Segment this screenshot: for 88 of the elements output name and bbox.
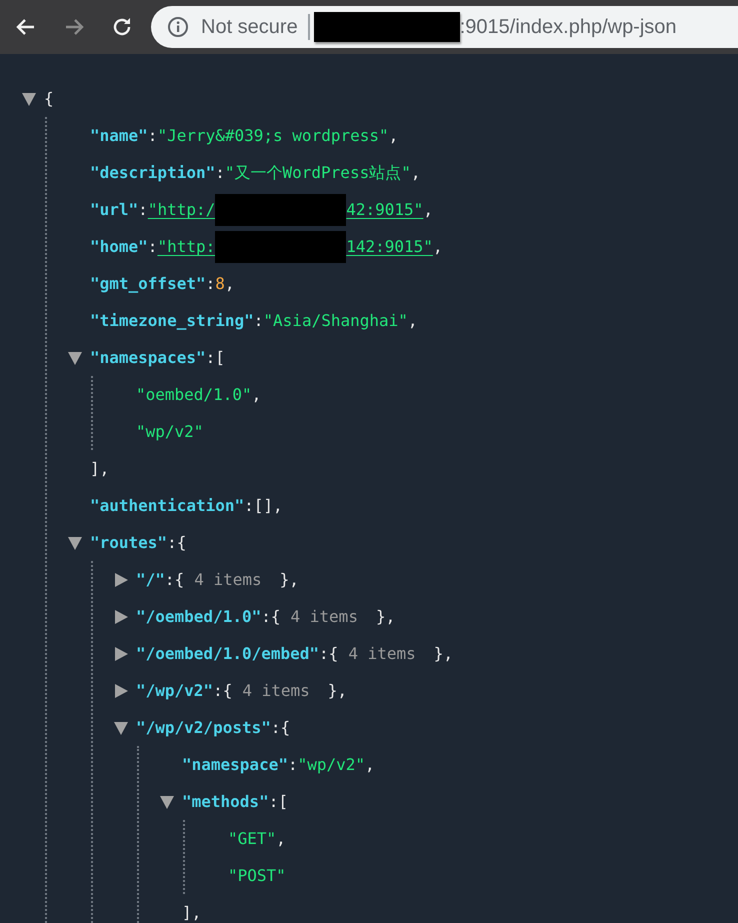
json-key: "name" bbox=[90, 117, 148, 154]
json-key: "namespaces" bbox=[90, 339, 206, 376]
collapse-triangle-icon[interactable] bbox=[68, 536, 82, 550]
collapse-triangle-icon[interactable] bbox=[68, 350, 82, 364]
json-punctuation: , bbox=[388, 125, 398, 147]
json-link[interactable]: 42:9015" bbox=[346, 191, 424, 228]
json-punctuation: , bbox=[365, 754, 375, 776]
json-punctuation: : bbox=[206, 273, 216, 295]
json-punctuation: : bbox=[244, 495, 254, 517]
json-string: "POST" bbox=[228, 865, 286, 887]
json-string: "GET" bbox=[228, 828, 276, 850]
json-punctuation: { bbox=[44, 88, 54, 110]
security-label: Not secure bbox=[201, 14, 310, 40]
address-bar[interactable]: Not secure :9015/index.php/wp-json bbox=[151, 6, 738, 48]
json-key: "url" bbox=[90, 191, 138, 228]
json-punctuation: { bbox=[270, 606, 281, 628]
json-string: "Asia/Shanghai" bbox=[263, 310, 408, 332]
json-punctuation: : bbox=[319, 643, 329, 665]
json-key: "/oembed/1.0/embed" bbox=[136, 635, 320, 672]
json-key: "namespace" bbox=[182, 746, 288, 783]
json-key: "/oembed/1.0" bbox=[136, 598, 262, 635]
json-key: "routes" bbox=[90, 524, 168, 561]
json-punctuation: , bbox=[276, 828, 286, 850]
json-string: "wp/v2" bbox=[298, 754, 366, 776]
json-string: "oembed/1.0" bbox=[136, 384, 252, 406]
json-key: "gmt_offset" bbox=[90, 265, 206, 302]
json-key: "/wp/v2" bbox=[136, 672, 214, 709]
json-punctuation: { bbox=[280, 717, 290, 739]
item-count: 4 items bbox=[242, 680, 310, 702]
json-punctuation: : bbox=[215, 162, 225, 184]
json-link[interactable]: "http: bbox=[157, 228, 216, 265]
json-punctuation: : bbox=[261, 606, 271, 628]
json-key: "/" bbox=[136, 561, 165, 598]
json-punctuation: }, bbox=[280, 569, 299, 591]
json-punctuation: ], bbox=[182, 902, 202, 923]
collapse-triangle-icon[interactable] bbox=[160, 794, 174, 808]
json-punctuation: }, bbox=[376, 606, 396, 628]
json-key: "timezone_string" bbox=[90, 302, 254, 339]
json-punctuation: : bbox=[164, 569, 175, 591]
json-punctuation: : bbox=[148, 236, 158, 258]
url-text: :9015/index.php/wp-json bbox=[460, 16, 677, 38]
json-punctuation: : bbox=[148, 125, 158, 147]
expand-triangle-icon[interactable] bbox=[114, 646, 128, 660]
json-punctuation: : bbox=[288, 754, 298, 776]
json-string: "Jerry&#039;s wordpress" bbox=[157, 125, 389, 147]
json-punctuation: : bbox=[213, 680, 223, 702]
collapse-triangle-icon[interactable] bbox=[114, 720, 128, 734]
json-string: "又一个WordPress站点" bbox=[224, 162, 411, 184]
collapse-triangle-icon[interactable] bbox=[22, 92, 36, 106]
json-string: "wp/v2" bbox=[136, 421, 204, 443]
json-punctuation: { bbox=[222, 680, 232, 702]
json-link[interactable]: "http:/ bbox=[148, 191, 216, 228]
json-punctuation: }, bbox=[434, 643, 454, 665]
json-punctuation: , bbox=[408, 310, 418, 332]
json-punctuation: { bbox=[174, 569, 184, 591]
json-key: "methods" bbox=[182, 783, 269, 820]
json-key: "home" bbox=[90, 228, 148, 265]
item-count: 4 items bbox=[348, 643, 416, 665]
expand-triangle-icon[interactable] bbox=[114, 610, 128, 624]
json-punctuation: : bbox=[270, 717, 280, 739]
json-punctuation: : bbox=[254, 310, 264, 332]
json-punctuation: , bbox=[410, 162, 420, 184]
json-punctuation: : bbox=[206, 347, 216, 369]
json-key: "authentication" bbox=[90, 487, 244, 524]
expand-triangle-icon[interactable] bbox=[114, 572, 128, 586]
json-key: "/wp/v2/posts" bbox=[136, 709, 271, 746]
json-number: 8 bbox=[215, 273, 225, 295]
json-punctuation: }, bbox=[328, 680, 348, 702]
json-key: "description" bbox=[90, 154, 216, 191]
json-punctuation: [] bbox=[254, 495, 274, 517]
json-punctuation: , bbox=[224, 273, 235, 295]
json-punctuation: , bbox=[273, 495, 283, 517]
json-punctuation: , bbox=[423, 199, 433, 221]
json-punctuation: [ bbox=[215, 347, 225, 369]
json-punctuation: : bbox=[138, 199, 148, 221]
item-count: 4 items bbox=[194, 569, 262, 591]
json-punctuation: : bbox=[268, 791, 278, 813]
item-count: 4 items bbox=[290, 606, 358, 628]
expand-triangle-icon[interactable] bbox=[114, 684, 128, 698]
json-punctuation: { bbox=[176, 532, 186, 554]
json-punctuation: { bbox=[328, 643, 338, 665]
json-punctuation: , bbox=[432, 236, 443, 258]
json-punctuation: : bbox=[167, 532, 177, 554]
json-punctuation: ], bbox=[90, 458, 110, 480]
info-icon bbox=[167, 16, 189, 38]
json-punctuation: [ bbox=[278, 791, 288, 813]
json-punctuation: , bbox=[252, 384, 262, 406]
json-link[interactable]: 142:9015" bbox=[346, 228, 433, 265]
